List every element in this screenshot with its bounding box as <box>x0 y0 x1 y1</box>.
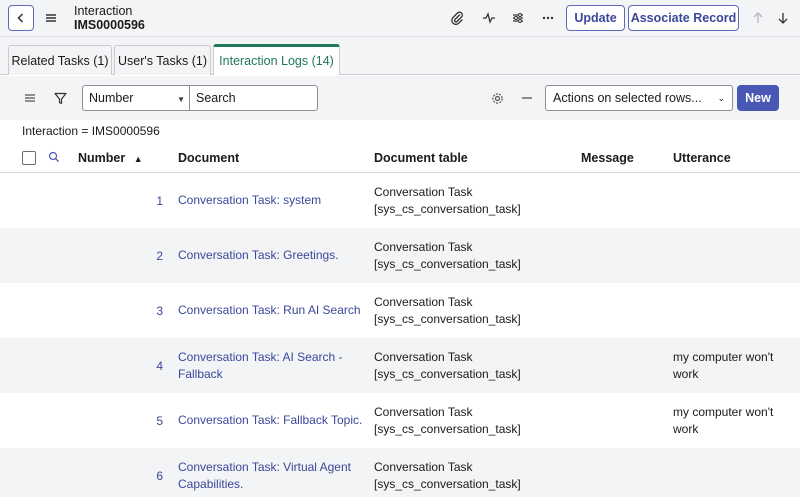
document-link[interactable]: Conversation Task: Fallback Topic. <box>178 393 368 448</box>
list-menu-icon[interactable] <box>23 91 37 105</box>
activity-icon[interactable] <box>481 10 497 26</box>
utterance-cell: my computer won't work <box>673 404 774 436</box>
document-table-cell: Conversation Task [sys_cs_conversation_t… <box>374 184 521 216</box>
record-number: IMS0000596 <box>74 18 145 32</box>
document-link[interactable]: Conversation Task: Greetings. <box>178 228 368 283</box>
document-link[interactable]: Conversation Task: Run AI Search <box>178 283 368 338</box>
chevron-down-icon: ⌄ <box>717 93 725 103</box>
utterance-cell: my computer won't work <box>673 349 774 381</box>
actions-select[interactable]: Actions on selected rows... ⌄ <box>545 85 733 111</box>
document-table-cell: Conversation Task [sys_cs_conversation_t… <box>374 404 521 436</box>
document-table-cell: Conversation Task [sys_cs_conversation_t… <box>374 294 521 326</box>
search-field-value: Number <box>89 91 134 105</box>
collapse-icon[interactable] <box>520 91 534 105</box>
filter-icon[interactable] <box>53 91 67 105</box>
sliders-icon[interactable] <box>510 10 526 26</box>
document-link[interactable]: Conversation Task: system <box>178 173 368 228</box>
record-type: Interaction <box>74 4 133 18</box>
chevron-down-icon: ▼ <box>177 95 185 104</box>
table-row: 4 Conversation Task: AI Search - Fallbac… <box>0 338 800 393</box>
select-all-checkbox[interactable] <box>22 151 36 165</box>
chevron-left-icon <box>17 13 24 23</box>
column-header-utterance[interactable]: Utterance <box>673 151 731 165</box>
document-table-cell: Conversation Task [sys_cs_conversation_t… <box>374 459 521 491</box>
row-number[interactable]: 2 <box>156 228 163 283</box>
arrow-up-icon[interactable] <box>750 10 766 26</box>
back-button[interactable] <box>8 5 34 31</box>
form-header: Interaction IMS0000596 Update Associate … <box>0 0 800 37</box>
document-link[interactable]: Conversation Task: AI Search - Fallback <box>178 338 368 393</box>
associate-record-button[interactable]: Associate Record <box>628 5 739 31</box>
menu-icon[interactable] <box>44 11 58 25</box>
row-number[interactable]: 1 <box>156 173 163 228</box>
utterance-cell <box>673 228 795 283</box>
column-header-number[interactable]: Number ▲ <box>78 151 143 165</box>
tab-users-tasks[interactable]: User's Tasks (1) <box>114 45 211 75</box>
column-header-document[interactable]: Document <box>178 151 239 165</box>
sort-ascending-icon: ▲ <box>133 154 143 164</box>
tab-related-tasks[interactable]: Related Tasks (1) <box>8 45 112 75</box>
search-input[interactable] <box>189 85 318 111</box>
table-row: 3 Conversation Task: Run AI Search Conve… <box>0 283 800 338</box>
tab-interaction-logs[interactable]: Interaction Logs (14) <box>213 44 340 75</box>
utterance-cell <box>673 283 795 338</box>
search-field-select[interactable]: Number ▼ <box>82 85 189 111</box>
table-row: 1 Conversation Task: system Conversation… <box>0 173 800 228</box>
utterance-cell <box>673 173 795 228</box>
utterance-cell <box>673 448 795 497</box>
update-button[interactable]: Update <box>566 5 625 31</box>
paperclip-icon[interactable] <box>449 10 465 26</box>
related-lists-tabbar: Related Tasks (1) User's Tasks (1) Inter… <box>0 37 800 75</box>
row-number[interactable]: 4 <box>156 338 163 393</box>
table-row: 5 Conversation Task: Fallback Topic. Con… <box>0 393 800 448</box>
table-row: 6 Conversation Task: Virtual Agent Capab… <box>0 448 800 497</box>
search-icon[interactable] <box>48 151 62 165</box>
actions-select-value: Actions on selected rows... <box>553 91 702 105</box>
gear-icon[interactable] <box>490 91 504 105</box>
row-number[interactable]: 5 <box>156 393 163 448</box>
breadcrumb[interactable]: Interaction = IMS0000596 <box>22 124 160 138</box>
row-number[interactable]: 6 <box>156 448 163 497</box>
new-button[interactable]: New <box>737 85 779 111</box>
row-number[interactable]: 3 <box>156 283 163 338</box>
column-header-message[interactable]: Message <box>581 151 634 165</box>
document-table-cell: Conversation Task [sys_cs_conversation_t… <box>374 239 521 271</box>
arrow-down-icon[interactable] <box>775 10 791 26</box>
table-row: 2 Conversation Task: Greetings. Conversa… <box>0 228 800 283</box>
document-link[interactable]: Conversation Task: Virtual Agent Capabil… <box>178 448 368 497</box>
column-header-document-table[interactable]: Document table <box>374 151 468 165</box>
document-table-cell: Conversation Task [sys_cs_conversation_t… <box>374 349 521 381</box>
list-toolbar: Number ▼ Actions on selected rows... ⌄ N… <box>0 76 800 120</box>
record-title: Interaction IMS0000596 <box>74 4 145 32</box>
more-icon[interactable] <box>540 10 556 26</box>
column-label-number: Number <box>78 151 126 165</box>
table-body: 1 Conversation Task: system Conversation… <box>0 173 800 497</box>
